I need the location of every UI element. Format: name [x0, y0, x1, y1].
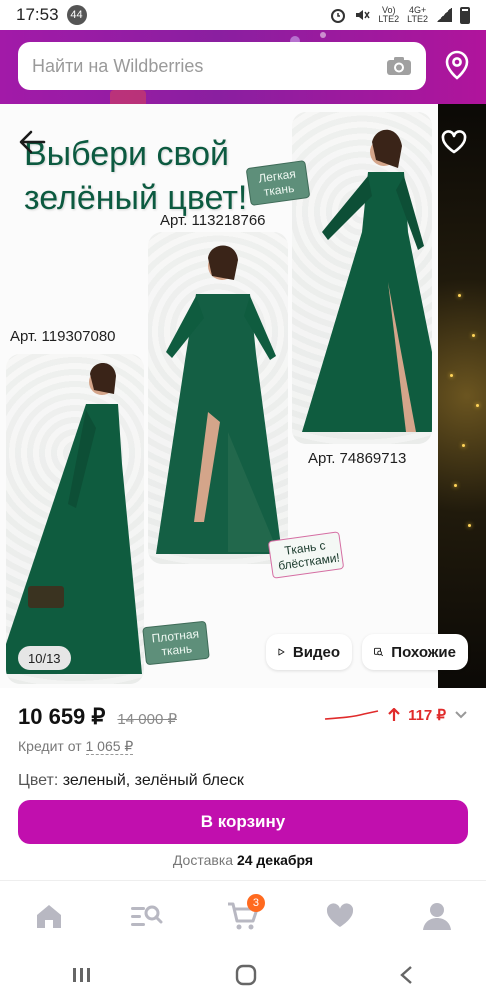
network-4g: 4G+ LTE2	[407, 5, 428, 24]
old-price: 14 000 ₽	[117, 711, 177, 728]
bottom-navigation: 3	[0, 880, 486, 950]
arrow-up-icon	[388, 708, 400, 721]
color-value: зеленый, зелёный блеск	[62, 772, 244, 789]
status-time: 17:53	[16, 5, 59, 24]
credit-amount[interactable]: 1 065 ₽	[85, 738, 134, 755]
nav-profile[interactable]	[415, 894, 459, 938]
search-placeholder: Найти на Wildberries	[32, 55, 204, 76]
cart-count-badge: 3	[246, 893, 265, 912]
dress-illustration	[6, 363, 142, 674]
back-chevron-icon[interactable]	[399, 965, 415, 985]
network-volte: Vo) LTE2	[378, 5, 400, 24]
video-button[interactable]: Видео	[266, 634, 352, 670]
back-arrow-icon[interactable]	[18, 128, 46, 156]
add-to-cart-button[interactable]: В корзину	[18, 800, 468, 844]
tag-dense-fabric: Плотная ткань	[142, 620, 210, 666]
delivery-prefix: Доставка	[172, 852, 234, 868]
credit-info[interactable]: Кредит от 1 065 ₽	[18, 738, 134, 755]
header-decoration	[110, 90, 146, 104]
price-history-line-icon	[325, 710, 379, 720]
profile-icon	[423, 902, 452, 930]
nav-catalog[interactable]	[124, 894, 168, 938]
delivery-info: Доставка 24 декабря	[0, 852, 486, 868]
current-price: 10 659 ₽	[18, 704, 106, 729]
notification-count-badge: 44	[66, 5, 87, 25]
alarm-icon	[331, 9, 346, 23]
product-photo-right	[292, 112, 432, 444]
nav-favorites[interactable]	[318, 894, 362, 938]
price-change-value: 117 ₽	[408, 707, 446, 724]
dress-illustration	[156, 245, 282, 554]
chevron-down-icon[interactable]	[454, 708, 468, 722]
recents-icon[interactable]	[71, 966, 93, 984]
similar-search-icon	[374, 647, 384, 657]
header-decoration	[320, 32, 326, 38]
article-number-right: Арт. 74869713	[308, 450, 407, 467]
location-pin-icon[interactable]	[444, 50, 470, 80]
product-photo-left	[6, 354, 144, 684]
search-input[interactable]: Найти на Wildberries	[18, 42, 426, 90]
signal-icon	[436, 8, 452, 22]
gallery-next-image-preview	[438, 104, 486, 688]
catalog-search-icon	[130, 905, 163, 926]
nav-cart[interactable]: 3	[221, 893, 265, 938]
color-info: Цвет: зеленый, зелёный блеск	[18, 772, 244, 790]
similar-button-label: Похожие	[391, 643, 456, 661]
credit-prefix: Кредит от	[18, 738, 82, 754]
status-bar: 17:53 44 Vo) LTE2 4G+ LTE2	[0, 0, 486, 30]
article-number-left: Арт. 119307080	[10, 328, 116, 345]
battery-icon	[460, 6, 470, 24]
heart-icon	[327, 902, 354, 927]
gallery-counter: 10/13	[18, 646, 71, 670]
video-button-label: Видео	[292, 643, 340, 661]
price-trend[interactable]: 117 ₽	[324, 706, 468, 724]
favorite-heart-icon[interactable]	[440, 128, 468, 156]
status-icons: Vo) LTE2 4G+ LTE2	[330, 6, 470, 24]
price-row: 10 659 ₽ 14 000 ₽ 117 ₽	[18, 704, 468, 732]
home-circle-icon[interactable]	[235, 964, 257, 986]
nav-home[interactable]	[27, 894, 71, 938]
product-photo-middle	[148, 232, 288, 564]
product-gallery[interactable]: Выбери свой зелёный цвет! Арт. 113218766…	[0, 104, 486, 688]
delivery-date: 24 декабря	[236, 852, 314, 868]
mute-icon	[356, 10, 370, 20]
promo-title: Выбери свой зелёный цвет!	[24, 135, 248, 217]
dress-illustration	[302, 129, 432, 432]
header: Найти на Wildberries	[0, 30, 486, 104]
home-icon	[36, 904, 61, 928]
system-navigation-bar	[0, 950, 486, 1000]
play-icon	[278, 648, 285, 656]
camera-icon[interactable]	[386, 56, 412, 76]
article-number-middle: Арт. 113218766	[160, 212, 266, 229]
color-label: Цвет:	[18, 772, 59, 789]
similar-button[interactable]: Похожие	[362, 634, 468, 670]
